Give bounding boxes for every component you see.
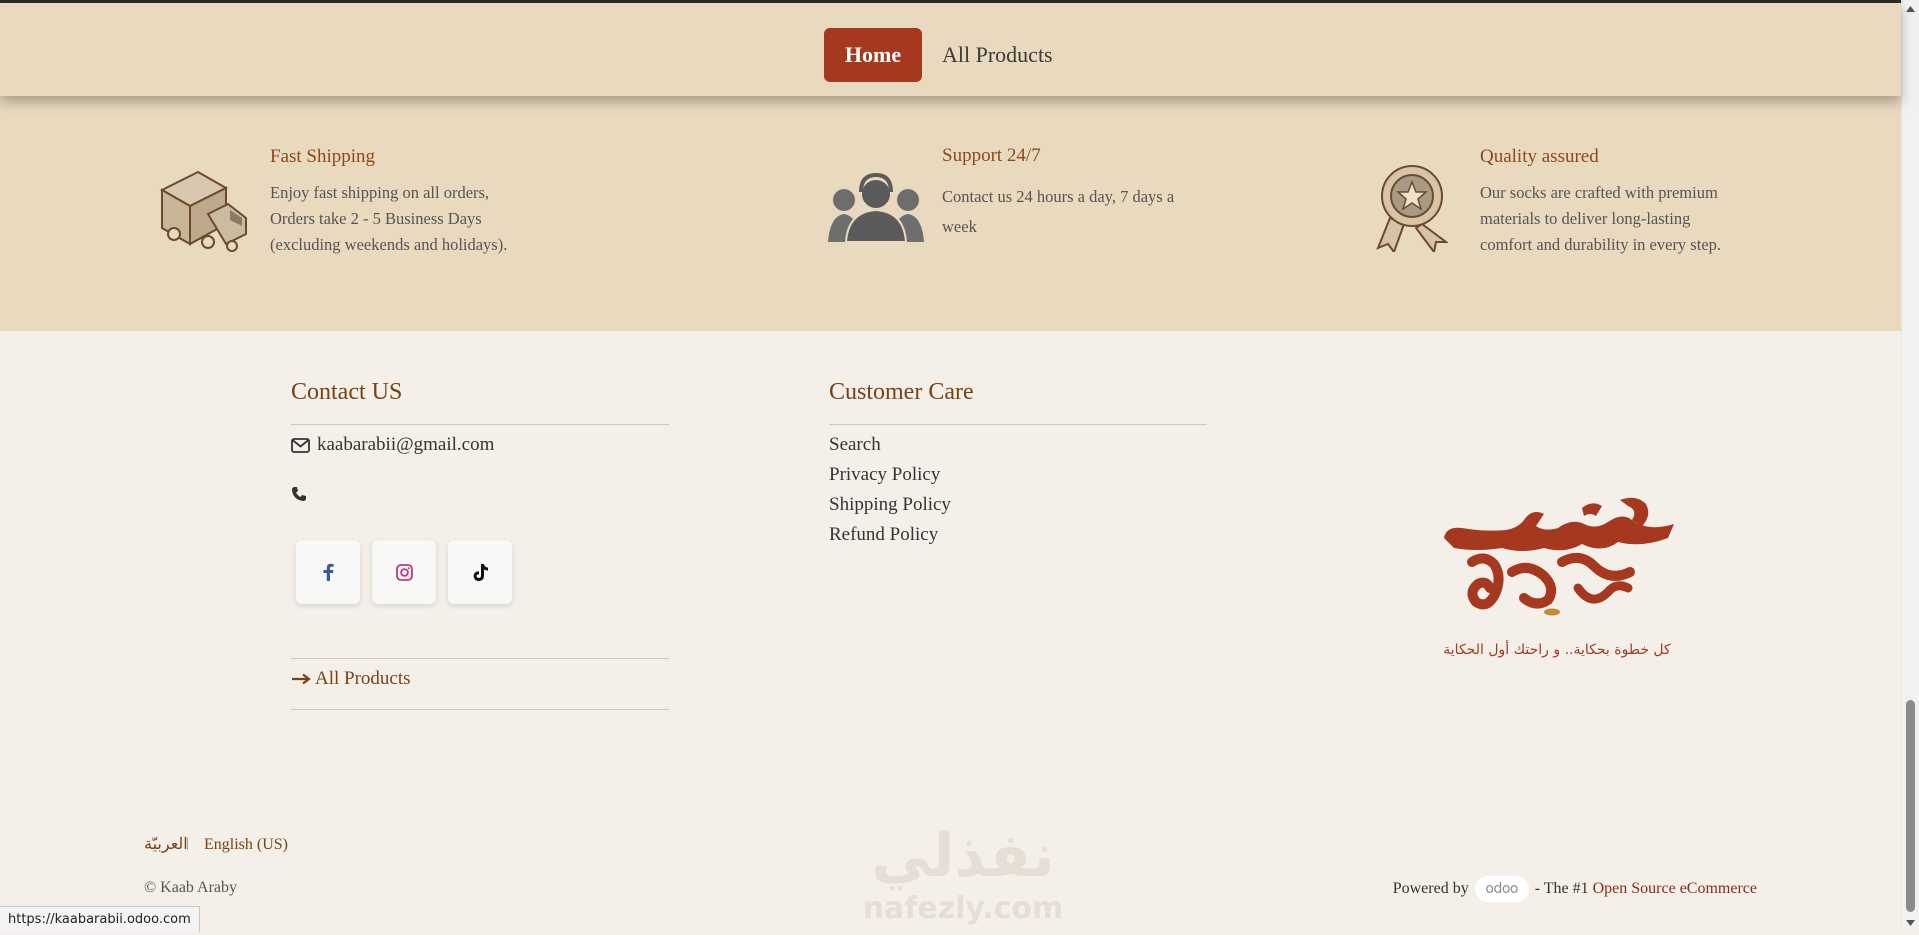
customer-care-divider bbox=[829, 424, 1207, 425]
nav-all-products-link[interactable]: All Products bbox=[942, 42, 1053, 68]
feature-description: Enjoy fast shipping on all orders, Order… bbox=[270, 183, 508, 254]
instagram-button[interactable] bbox=[372, 540, 436, 604]
language-arabic-link[interactable]: العربيّة bbox=[144, 834, 188, 854]
refund-policy-link[interactable]: Refund Policy bbox=[829, 524, 938, 546]
scroll-thumb[interactable] bbox=[1906, 700, 1915, 912]
main-nav: Home All Products bbox=[824, 28, 1053, 82]
customer-care-heading: Customer Care bbox=[829, 379, 974, 405]
links-divider-top bbox=[291, 658, 669, 659]
tiktok-button[interactable] bbox=[448, 540, 512, 604]
brand-logo: كل خطوة بحكاية.. و راحتك أول الحكاية bbox=[1432, 492, 1682, 673]
tiktok-icon bbox=[473, 563, 488, 581]
support-agents-icon bbox=[828, 172, 924, 247]
powered-by: Powered by odoo - The #1 Open Source eCo… bbox=[1393, 876, 1757, 902]
logo-tagline: كل خطوة بحكاية.. و راحتك أول الحكاية bbox=[1443, 640, 1671, 658]
copyright-text: © Kaab Araby bbox=[144, 879, 238, 896]
footer-all-products-link[interactable]: All Products bbox=[291, 668, 411, 690]
nav-home-button[interactable]: Home bbox=[824, 28, 922, 82]
feature-title: Fast Shipping bbox=[270, 146, 376, 167]
facebook-icon bbox=[323, 563, 334, 581]
arrow-right-icon bbox=[292, 673, 311, 685]
language-english-link[interactable]: English (US) bbox=[204, 836, 288, 854]
feature-description: Contact us 24 hours a day, 7 days a week bbox=[942, 187, 1175, 236]
scroll-up-button[interactable] bbox=[1902, 0, 1919, 17]
feature-title: Support 24/7 bbox=[942, 145, 1041, 166]
footer-all-products-label: All Products bbox=[315, 668, 411, 689]
watermark: نفذلي nafezly.com bbox=[848, 812, 1078, 930]
scroll-down-arrow-icon bbox=[1906, 919, 1915, 926]
shipping-policy-link[interactable]: Shipping Policy bbox=[829, 494, 951, 516]
the-number-one-text: - The #1 bbox=[1534, 880, 1589, 897]
facebook-button[interactable] bbox=[296, 540, 360, 604]
feature-description: Our socks are crafted with premium mater… bbox=[1480, 183, 1722, 254]
search-link[interactable]: Search bbox=[829, 434, 881, 456]
odoo-logo[interactable]: odoo bbox=[1474, 876, 1529, 902]
powered-by-label: Powered by bbox=[1392, 880, 1469, 897]
open-source-ecommerce-link[interactable]: Open Source eCommerce bbox=[1593, 880, 1757, 898]
scroll-down-button[interactable] bbox=[1902, 914, 1919, 931]
watermark-arabic: نفذلي bbox=[871, 821, 1055, 891]
features-band: Fast Shipping Enjoy fast shipping on all… bbox=[0, 96, 1901, 331]
page-scrollbar[interactable] bbox=[1901, 0, 1919, 931]
links-divider-bottom bbox=[291, 709, 669, 710]
delivery-truck-icon bbox=[158, 162, 250, 257]
contact-email-text: kaabarabii@gmail.com bbox=[317, 434, 495, 455]
contact-divider bbox=[291, 424, 669, 425]
scroll-up-arrow-icon bbox=[1906, 5, 1915, 12]
feature-title: Quality assured bbox=[1480, 146, 1599, 167]
contact-heading: Contact US bbox=[291, 379, 403, 405]
instagram-icon bbox=[395, 563, 413, 581]
status-bar-url: https://kaabarabii.odoo.com bbox=[0, 906, 200, 932]
privacy-policy-link[interactable]: Privacy Policy bbox=[829, 464, 940, 486]
contact-email[interactable]: kaabarabii@gmail.com bbox=[291, 434, 494, 456]
quality-badge-icon bbox=[1376, 162, 1449, 257]
language-separator: | bbox=[186, 836, 189, 851]
envelope-icon bbox=[291, 437, 310, 453]
site-header: Home All Products bbox=[0, 3, 1901, 96]
watermark-latin: nafezly.com bbox=[863, 891, 1064, 926]
phone-icon bbox=[291, 486, 307, 507]
